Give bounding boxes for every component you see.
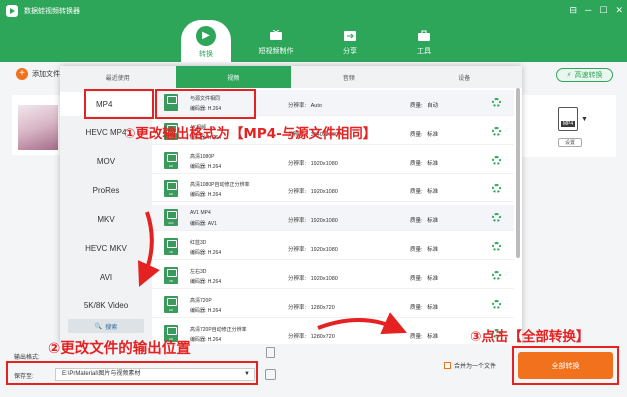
arrow-down-red: [137, 211, 160, 287]
annotation-arrows: [137, 211, 407, 335]
arrow-right-red: [317, 312, 407, 335]
